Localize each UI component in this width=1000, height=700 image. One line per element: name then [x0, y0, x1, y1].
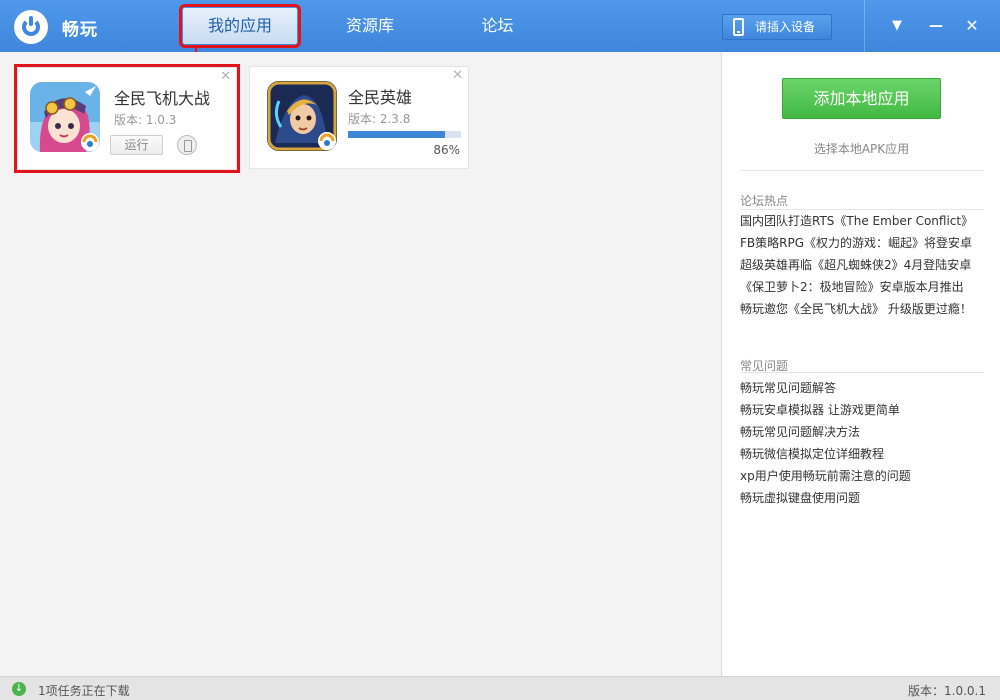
- app-title: 畅玩: [62, 20, 98, 40]
- phone-icon: [733, 18, 744, 36]
- faq-list: 畅玩常见问题解答 畅玩安卓模拟器 让游戏更简单 畅玩常见问题解决方法 畅玩微信模拟定位…: [740, 377, 990, 509]
- download-progress-bar: [348, 131, 461, 138]
- link-item[interactable]: xp用户使用畅玩前需注意的问题: [740, 465, 990, 487]
- link-item[interactable]: 畅玩虚拟键盘使用问题: [740, 487, 990, 509]
- device-button-label: 请插入设备: [755, 20, 816, 34]
- link-item[interactable]: 畅玩邀您《全民飞机大战》 升级版更过瘾！: [740, 298, 990, 320]
- install-to-phone-icon[interactable]: [177, 135, 197, 155]
- link-item[interactable]: 国内团队打造RTS《The Ember Conflict》: [740, 210, 990, 232]
- tab-my-apps[interactable]: 我的应用: [179, 4, 301, 48]
- app-card[interactable]: ✕ 全民英雄 版本: 2.3.8 86%: [249, 66, 469, 169]
- download-icon[interactable]: ↓: [12, 682, 26, 696]
- app-name: 全民飞机大战: [114, 89, 211, 108]
- menu-icon[interactable]: ▼: [883, 12, 911, 40]
- close-icon[interactable]: ✕: [220, 69, 231, 84]
- divider: [740, 170, 984, 171]
- link-item[interactable]: 畅玩常见问题解答: [740, 377, 990, 399]
- divider: [740, 372, 984, 373]
- close-icon[interactable]: ✕: [958, 12, 986, 40]
- link-item[interactable]: 畅玩常见问题解决方法: [740, 421, 990, 443]
- minimize-icon[interactable]: —: [922, 12, 950, 40]
- app-grid: ✕ 全民飞机大战 版本: 1.0.3 运行 ✕ 全民英雄 版本: 2.3.8 8…: [0, 52, 721, 676]
- link-item[interactable]: 《保卫萝卜2：极地冒险》安卓版本月推出: [740, 276, 990, 298]
- device-button[interactable]: 请插入设备: [722, 14, 832, 40]
- app-version: 版本: 2.3.8: [348, 112, 411, 126]
- forum-hot-list: 国内团队打造RTS《The Ember Conflict》 FB策略RPG《权力的…: [740, 210, 990, 320]
- download-progress-fill: [348, 131, 446, 138]
- add-local-app-button[interactable]: 添加本地应用: [782, 78, 941, 119]
- app-logo-icon: [14, 10, 48, 44]
- close-icon[interactable]: ✕: [452, 68, 463, 83]
- game-icon-plane: [30, 82, 100, 152]
- status-bar: ↓ 1项任务正在下载 版本：1.0.0.1: [0, 676, 1000, 700]
- add-local-app-hint: 选择本地APK应用: [813, 142, 910, 156]
- download-status-text[interactable]: 1项任务正在下载: [38, 682, 130, 699]
- forum-hot-title: 论坛热点: [740, 194, 789, 208]
- tab-resource-library[interactable]: 资源库: [320, 8, 420, 44]
- toolbar-divider: [864, 0, 865, 52]
- side-panel: 添加本地应用 选择本地APK应用 论坛热点 国内团队打造RTS《The Embe…: [721, 52, 1000, 676]
- app-version: 版本: 1.0.3: [114, 113, 177, 127]
- app-card[interactable]: ✕ 全民飞机大战 版本: 1.0.3 运行: [14, 64, 240, 173]
- title-bar: 畅玩 我的应用 资源库 论坛 请插入设备 ▼ — ✕: [0, 0, 1000, 52]
- app-name: 全民英雄: [348, 88, 413, 107]
- client-version: 版本：1.0.0.1: [908, 684, 986, 698]
- game-icon-hero: [267, 81, 337, 151]
- download-progress-text: 86%: [433, 143, 460, 157]
- link-item[interactable]: 超级英雄再临《超凡蜘蛛侠2》4月登陆安卓: [740, 254, 990, 276]
- link-item[interactable]: 畅玩微信模拟定位详细教程: [740, 443, 990, 465]
- link-item[interactable]: FB策略RPG《权力的游戏：崛起》将登安卓: [740, 232, 990, 254]
- tab-forum[interactable]: 论坛: [450, 8, 545, 44]
- link-item[interactable]: 畅玩安卓模拟器 让游戏更简单: [740, 399, 990, 421]
- run-button[interactable]: 运行: [110, 135, 163, 155]
